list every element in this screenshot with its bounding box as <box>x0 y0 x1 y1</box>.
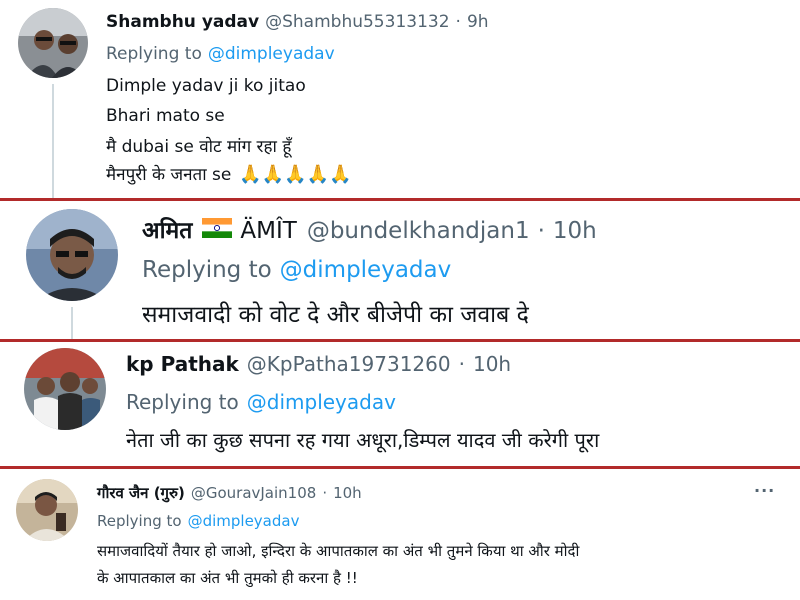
timestamp[interactable]: 10h <box>333 484 362 502</box>
tweet-1[interactable]: Shambhu yadav @Shambhu55313132 · 9h Repl… <box>0 0 800 198</box>
more-options-icon[interactable]: ··· <box>754 481 775 500</box>
tweet-text-line: नेता जी का कुछ सपना रह गया अधूरा,डिम्पल … <box>126 428 600 452</box>
avatar[interactable] <box>16 479 78 541</box>
timestamp[interactable]: 10h <box>473 352 511 376</box>
tweet-2[interactable]: अमित ÄMÎT @bundelkhandjan1 · 10h Replyin… <box>0 201 800 339</box>
replying-label: Replying to <box>106 44 202 64</box>
tweet-text-line: के आपातकाल का अंत भी तुमको ही करना है !! <box>97 569 358 587</box>
display-name[interactable]: kp Pathak <box>126 352 239 376</box>
replying-label: Replying to <box>142 257 272 283</box>
tweet-header: kp Pathak @KpPatha19731260 · 10h <box>126 352 511 376</box>
tweet-text-line: Dimple yadav ji ko jitao <box>106 76 306 96</box>
separator-dot: · <box>455 12 461 32</box>
replying-to: Replying to @dimpleyadav <box>97 512 299 530</box>
display-name[interactable]: Shambhu yadav <box>106 12 259 32</box>
replying-to: Replying to @dimpleyadav <box>106 44 335 64</box>
separator-dot: · <box>537 218 545 244</box>
replying-label: Replying to <box>97 512 182 530</box>
mention-link[interactable]: @dimpleyadav <box>280 257 452 283</box>
user-handle[interactable]: @KpPatha19731260 <box>247 352 451 376</box>
display-name-part[interactable]: ÄMÎT <box>240 218 296 244</box>
tweet-3[interactable]: kp Pathak @KpPatha19731260 · 10h Replyin… <box>0 342 800 466</box>
user-handle[interactable]: @Shambhu55313132 <box>265 12 449 32</box>
timestamp[interactable]: 10h <box>553 218 597 244</box>
tweet-text-line: Bhari mato se <box>106 106 225 126</box>
tweet-text-line: समाजवादियों तैयार हो जाओ, इन्दिरा के आपा… <box>97 542 580 560</box>
tweet-text: मैनपुरी के जनता se <box>106 165 232 185</box>
user-handle[interactable]: @GouravJain108 <box>191 484 316 502</box>
tweet-text-line: मै dubai se वोट मांग रहा हूँ <box>106 137 292 157</box>
replying-label: Replying to <box>126 390 239 414</box>
folded-hands-icon: 🙏🙏🙏🙏🙏 <box>239 164 352 185</box>
mention-link[interactable]: @dimpleyadav <box>188 512 300 530</box>
thread-line <box>71 307 73 339</box>
india-flag-icon <box>202 218 233 244</box>
tweet-header: Shambhu yadav @Shambhu55313132 · 9h <box>106 12 489 32</box>
thread-line <box>52 84 54 198</box>
separator-dot: · <box>322 484 328 502</box>
separator-dot: · <box>458 352 465 376</box>
replying-to: Replying to @dimpleyadav <box>126 390 396 414</box>
tweet-text-line-with-emoji: मैनपुरी के जनता se 🙏🙏🙏🙏🙏 <box>106 162 351 185</box>
replying-to: Replying to @dimpleyadav <box>142 257 451 283</box>
tweet-header: गौरव जैन (गुरु) @GouravJain108 · 10h <box>97 483 362 503</box>
avatar[interactable] <box>24 348 106 430</box>
tweet-text-line: समाजवादी को वोट दे और बीजेपी का जवाब दे <box>142 302 529 328</box>
avatar[interactable] <box>26 209 118 301</box>
tweet-header: अमित ÄMÎT @bundelkhandjan1 · 10h <box>142 213 597 245</box>
mention-link[interactable]: @dimpleyadav <box>208 44 335 64</box>
display-name[interactable]: गौरव जैन (गुरु) <box>97 483 185 503</box>
mention-link[interactable]: @dimpleyadav <box>247 390 396 414</box>
avatar[interactable] <box>18 8 88 78</box>
display-name-part[interactable]: अमित <box>142 213 192 245</box>
user-handle[interactable]: @bundelkhandjan1 <box>307 218 530 244</box>
tweet-4[interactable]: गौरव जैन (गुरु) @GouravJain108 · 10h ···… <box>0 469 800 600</box>
timestamp[interactable]: 9h <box>467 12 489 32</box>
